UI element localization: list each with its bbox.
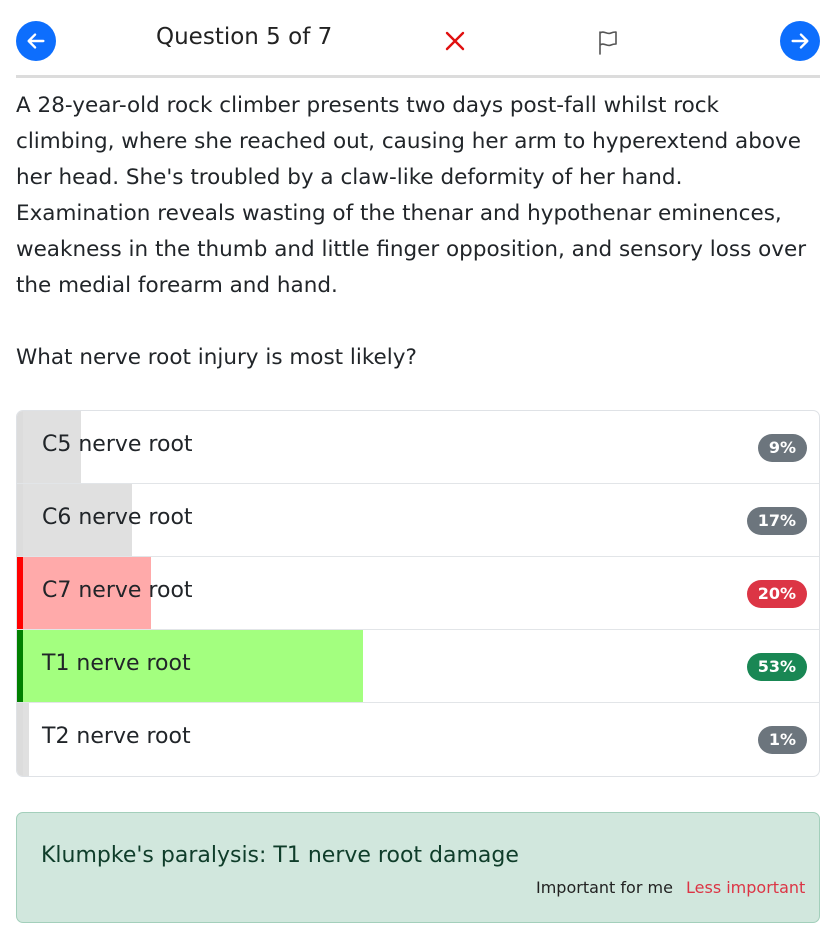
option-label: T1 nerve root: [42, 651, 191, 676]
percent-badge: 17%: [746, 507, 807, 535]
next-question-button[interactable]: [780, 21, 820, 61]
close-icon[interactable]: [444, 30, 466, 52]
answer-option-c5[interactable]: C5 nerve root 9%: [17, 411, 819, 484]
answer-option-c7[interactable]: C7 nerve root 20%: [17, 557, 819, 630]
question-prompt: What nerve root injury is most likely?: [16, 345, 417, 370]
option-label: C6 nerve root: [42, 505, 193, 530]
response-bar: [23, 703, 30, 776]
question-counter: Question 5 of 7: [156, 24, 333, 50]
flag-icon[interactable]: [596, 28, 620, 56]
important-for-me-link[interactable]: Important for me: [536, 878, 673, 897]
answer-option-t1[interactable]: T1 nerve root 53%: [17, 630, 819, 703]
answer-option-c6[interactable]: C6 nerve root 17%: [17, 484, 819, 557]
question-stem: A 28-year-old rock climber presents two …: [16, 93, 807, 298]
answer-option-t2[interactable]: T2 nerve root 1%: [17, 703, 819, 776]
option-label: C5 nerve root: [42, 432, 193, 457]
arrow-left-icon: [27, 33, 45, 49]
percent-badge: 53%: [746, 653, 807, 681]
option-label: C7 nerve root: [42, 578, 193, 603]
percent-badge: 1%: [757, 726, 807, 754]
option-accent: [17, 703, 23, 776]
option-accent: [17, 557, 23, 629]
percent-badge: 9%: [757, 434, 807, 462]
option-accent: [17, 411, 23, 483]
option-label: T2 nerve root: [42, 724, 191, 749]
previous-question-button[interactable]: [16, 21, 56, 61]
option-accent: [17, 630, 23, 702]
question-header: Question 5 of 7: [16, 0, 820, 78]
arrow-right-icon: [791, 33, 809, 49]
option-accent: [17, 484, 23, 556]
explanation-text: Klumpke's paralysis: T1 nerve root damag…: [41, 843, 519, 868]
percent-badge: 20%: [746, 580, 807, 608]
explanation-panel: Klumpke's paralysis: T1 nerve root damag…: [16, 812, 820, 923]
answer-options: C5 nerve root 9% C6 nerve root 17% C7 ne…: [16, 410, 820, 777]
less-important-link[interactable]: Less important: [686, 878, 805, 897]
